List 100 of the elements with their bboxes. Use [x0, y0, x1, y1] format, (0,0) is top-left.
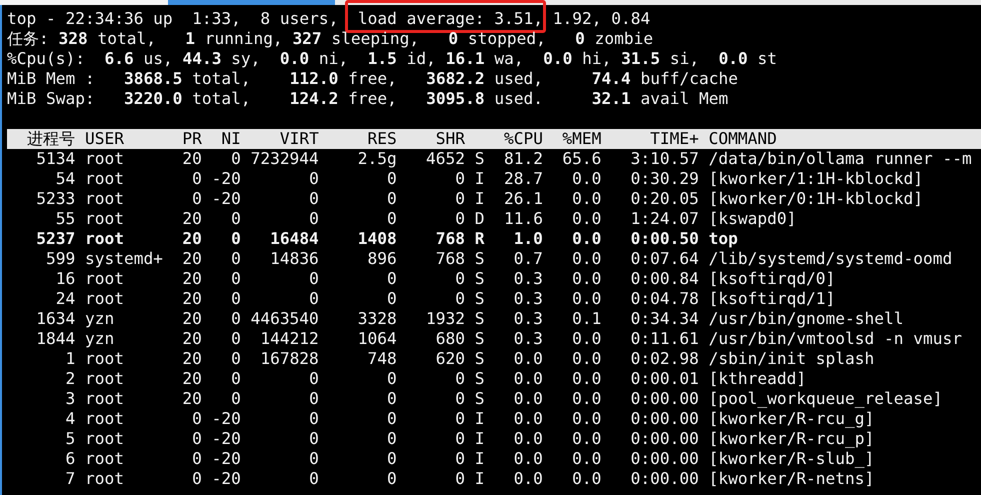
table-cell: 768	[436, 249, 465, 268]
table-cell: 0:04.78	[630, 289, 699, 308]
table-cell: -20	[212, 469, 241, 488]
table-cell: 0	[309, 409, 319, 428]
table-cell: 0	[231, 209, 241, 228]
table-cell: 0	[387, 449, 397, 468]
table-cell: 0	[387, 469, 397, 488]
table-cell-text: /data/bin/ollama runner --m	[708, 149, 972, 168]
table-cell: 0:02.98	[630, 349, 699, 368]
table-cell: 599	[46, 249, 76, 268]
table-cell: 1.0	[514, 229, 543, 248]
table-cell: 0.0	[572, 249, 602, 268]
table-cell: 0	[192, 469, 202, 488]
table-cell: 0.0	[572, 209, 602, 228]
table-cell: 6	[65, 449, 76, 468]
table-cell: 20	[182, 289, 202, 308]
table-cell-text: [kworker/R-rcu_g]	[708, 409, 874, 428]
table-cell: 24	[56, 289, 76, 308]
table-cell: -20	[212, 189, 241, 208]
table-cell: 2.5g	[358, 149, 397, 168]
table-cell: 0	[309, 449, 319, 468]
table-cell: 0	[231, 389, 241, 408]
table-cell-text: root	[84, 449, 124, 468]
table-cell: 0	[455, 269, 465, 288]
table-cell: 1408	[358, 229, 397, 248]
table-cell-text: yzn	[84, 329, 114, 348]
table-cell: 0.0	[514, 429, 543, 448]
table-cell: 1:24.07	[630, 209, 699, 228]
table-cell: 0:20.05	[630, 189, 699, 208]
table-cell: 0.0	[572, 229, 602, 248]
table-cell: 0	[387, 209, 397, 228]
table-cell: 0	[231, 329, 241, 348]
table-cell: 0	[309, 169, 319, 188]
table-cell: 0.0	[514, 449, 543, 468]
table-cell: 0	[387, 409, 397, 428]
table-cell: 4	[65, 409, 76, 428]
table-cell: 20	[182, 269, 202, 288]
table-cell: I	[474, 189, 484, 208]
table-cell: S	[474, 309, 484, 328]
table-cell: 0	[231, 149, 241, 168]
table-cell: 14836	[270, 249, 319, 268]
table-cell: -20	[212, 169, 241, 188]
column-header: SHR	[436, 129, 465, 148]
table-cell: 26.1	[504, 189, 543, 208]
table-cell: 0	[455, 429, 465, 448]
table-cell: 0	[192, 429, 202, 448]
table-cell: 5237	[36, 229, 76, 248]
table-cell: I	[474, 409, 484, 428]
table-cell: 0	[387, 269, 397, 288]
table-cell: 0:30.29	[630, 169, 699, 188]
table-cell: 0.0	[572, 329, 602, 348]
table-cell-text: [kworker/1:1H-kblockd]	[708, 169, 924, 188]
table-cell: 0.7	[514, 249, 543, 268]
table-cell: 1	[65, 349, 76, 368]
table-cell: 0.0	[572, 449, 602, 468]
table-cell: 0:00.00	[630, 409, 699, 428]
column-header: VIRT	[280, 129, 319, 148]
table-cell: 0	[231, 349, 241, 368]
table-cell-text: /sbin/init splash	[708, 349, 874, 368]
summary-text: top - 22:34:36 up 1:33, 8 users,	[7, 9, 340, 28]
table-cell: 0.0	[572, 289, 602, 308]
table-cell: 20	[182, 249, 202, 268]
table-cell-text: [kswapd0]	[708, 209, 796, 228]
table-cell: 0.0	[572, 409, 602, 428]
table-cell: 0	[309, 369, 319, 388]
table-cell: 55	[56, 209, 76, 228]
table-cell: 0	[309, 389, 319, 408]
table-cell: 1844	[36, 329, 76, 348]
table-cell: 4463540	[250, 309, 319, 328]
table-cell: 0	[455, 449, 465, 468]
table-cell: 0.0	[572, 349, 602, 368]
table-cell-text: /usr/bin/vmtoolsd -n vmusr	[708, 329, 962, 348]
table-cell: 0	[231, 309, 241, 328]
summary-text: MiB Mem : 3868.5 total, 112.0 free, 3682.2 used, 74.4 buff/cache	[7, 69, 738, 88]
table-cell: 896	[368, 249, 397, 268]
column-header: TIME+	[650, 129, 699, 148]
table-cell: 0.0	[572, 469, 602, 488]
table-cell: I	[474, 169, 484, 188]
table-cell: 0.0	[514, 389, 543, 408]
table-cell: 0.0	[572, 429, 602, 448]
table-cell: S	[474, 289, 484, 308]
table-cell: 0	[309, 289, 319, 308]
table-cell: 5	[65, 429, 76, 448]
table-cell: 4652	[426, 149, 465, 168]
table-cell: 0.1	[572, 309, 602, 328]
table-cell: 0	[387, 389, 397, 408]
table-cell: 0:00.50	[630, 229, 699, 248]
table-cell-text: root	[84, 169, 124, 188]
table-cell: 0	[455, 209, 465, 228]
table-cell-text: [kthreadd]	[708, 369, 806, 388]
table-cell: 0	[309, 209, 319, 228]
table-cell: 0	[387, 369, 397, 388]
table-cell: I	[474, 429, 484, 448]
table-cell: 0	[309, 429, 319, 448]
table-cell: 2	[65, 369, 76, 388]
table-cell: 0:00.01	[630, 369, 699, 388]
summary-text: MiB Swap: 3220.0 total, 124.2 free, 3095.8 used. 32.1 avail Mem	[7, 89, 728, 108]
table-cell: 0	[455, 409, 465, 428]
column-header: %MEM	[562, 129, 602, 148]
table-cell: I	[474, 469, 484, 488]
